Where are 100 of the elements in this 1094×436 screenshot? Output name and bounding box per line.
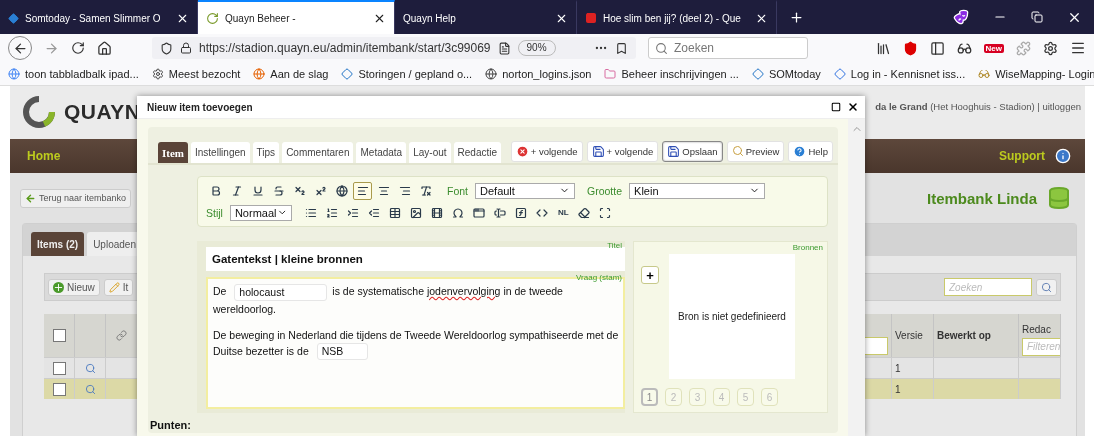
bullet-list-icon [305,206,318,219]
save-button[interactable]: + volgende [586,140,659,162]
dialog-tab[interactable]: Instellingen [191,142,250,163]
dialog-tab[interactable]: Redactie [453,142,501,163]
search-button[interactable] [1036,278,1057,296]
bookmark-item[interactable]: Aan de slag [253,67,329,80]
user-info: da le Grand (Het Hooghuis - Stadion) | uitloggen [875,101,1081,112]
shield-icon[interactable] [902,40,918,56]
help-button[interactable]: Help [788,140,833,162]
indent-icon [347,206,360,219]
title-field[interactable]: Gatentekst | kleine bronnen [206,247,625,271]
checkbox[interactable] [52,382,66,396]
language-button[interactable]: NL [553,203,573,222]
maximize-icon[interactable] [831,102,841,112]
film-icon [431,206,444,219]
reload-icon[interactable] [71,41,85,55]
cancel-button[interactable]: + volgende [510,140,583,162]
help-icon [793,144,807,158]
new-tab-icon[interactable] [789,9,804,25]
panel-tab[interactable]: Items (2) [31,232,85,256]
dialog-tab[interactable]: Metadata [356,142,407,163]
column-header[interactable]: Redac [1022,323,1051,335]
sidebar-icon[interactable] [929,40,945,56]
table-cell: 1 [895,362,901,374]
tab-title: Somtoday - Samen Slimmer O [25,12,161,24]
font-select[interactable]: Default [475,182,575,199]
square-icon [585,12,597,24]
gap-field[interactable]: NSB [316,343,368,361]
save-button[interactable]: Opslaan [662,140,723,162]
gap-field[interactable]: holocaust [234,283,328,301]
gear-icon[interactable] [1043,40,1058,56]
close-icon[interactable] [847,101,859,113]
question-text: Duitse bezetter is de [213,344,309,357]
style-select[interactable]: Normaal [229,204,292,221]
scrollbar[interactable] [848,119,865,436]
superscript-icon [314,184,327,197]
bookmark-item[interactable]: norton_logins.json [485,67,592,80]
bookmark-item[interactable]: Meest bezocht [151,67,241,80]
column-header[interactable]: Bewerkt op [937,330,991,341]
tab-title: Hoe slim ben jij? (deel 2) - Que [603,12,741,24]
align-left-icon [356,184,369,197]
add-button[interactable]: + [641,266,659,284]
pencil-icon [108,281,120,293]
menu-icon[interactable] [1070,40,1086,56]
align-left-button[interactable] [353,181,372,200]
search-icon [1041,281,1052,293]
align-right-icon [398,184,411,197]
back-button[interactable]: Terug naar itembanko [20,188,132,208]
bookmark-item[interactable]: SOMtoday [751,67,821,80]
font-label: Font [447,184,468,197]
edit-button[interactable]: It [103,278,134,296]
table-icon [389,206,402,219]
bookmark-item[interactable]: WiseMapping- Login [978,67,1094,80]
italic-icon [230,184,243,197]
support-link[interactable]: Support [999,148,1071,164]
dialog-tab[interactable]: Lay-out [409,142,451,163]
page-heading: Itembank Linda [926,189,1037,207]
checkbox[interactable] [52,329,66,342]
search-icon [655,41,668,55]
bold-icon [209,184,222,197]
new-button[interactable]: Nieuw [48,278,100,296]
search-field[interactable]: Zoeken [648,37,808,59]
size-label: Grootte [587,184,623,197]
filter-field[interactable]: Filteren [1022,337,1060,356]
dialog-tab[interactable]: Commentaren [282,142,354,163]
home-icon[interactable] [97,40,112,56]
ring-icon [206,11,219,25]
text-field-icon [494,206,507,219]
lock-icon [180,42,192,54]
new-badge[interactable]: New [983,43,1004,53]
remove-format-icon [419,184,432,197]
checkbox[interactable] [52,361,66,375]
column-header[interactable]: Versie [895,330,923,341]
question-text: is de systematische [332,285,424,297]
logout-link[interactable]: uitloggen [1042,101,1081,112]
bookmark-item[interactable]: Beheer inschrijvingen ... [604,67,739,80]
size-select[interactable]: Klein [629,182,766,199]
bookmark-item[interactable]: Log in - Kennisnet iss... [833,67,966,80]
reader-icon[interactable] [497,41,511,55]
eraser-icon [578,206,591,219]
forward-icon[interactable] [44,40,59,56]
preview-button[interactable]: Preview [726,140,785,162]
library-icon[interactable] [875,40,891,56]
dialog-tab[interactable]: Item [158,142,188,163]
browser-tab[interactable]: Quayn Beheer - [198,0,395,34]
restore-icon[interactable] [1031,11,1043,23]
bookmark-item[interactable]: toon tabbladbalk ipad... [8,67,139,80]
info-icon[interactable] [1055,148,1071,164]
table-cell: 1 [895,383,901,395]
magnifier-icon[interactable] [84,383,96,395]
diamond-icon [8,12,19,24]
mask-icon[interactable] [953,9,969,25]
bookmark-item[interactable]: Storingen / gepland o... [341,67,473,80]
address-bar[interactable]: https://stadion.quayn.eu/admin/itembank/start/3c99069 90% [152,37,636,59]
home-link[interactable]: Home [27,149,61,163]
url-text: https://stadion.quayn.eu/admin/itembank/start/3c99069 [199,41,491,55]
magnifier-icon[interactable] [84,362,96,374]
cancel-icon [515,144,529,158]
dialog-tab[interactable]: Tips [252,142,280,163]
search-field[interactable]: Zoeken [944,278,1032,296]
